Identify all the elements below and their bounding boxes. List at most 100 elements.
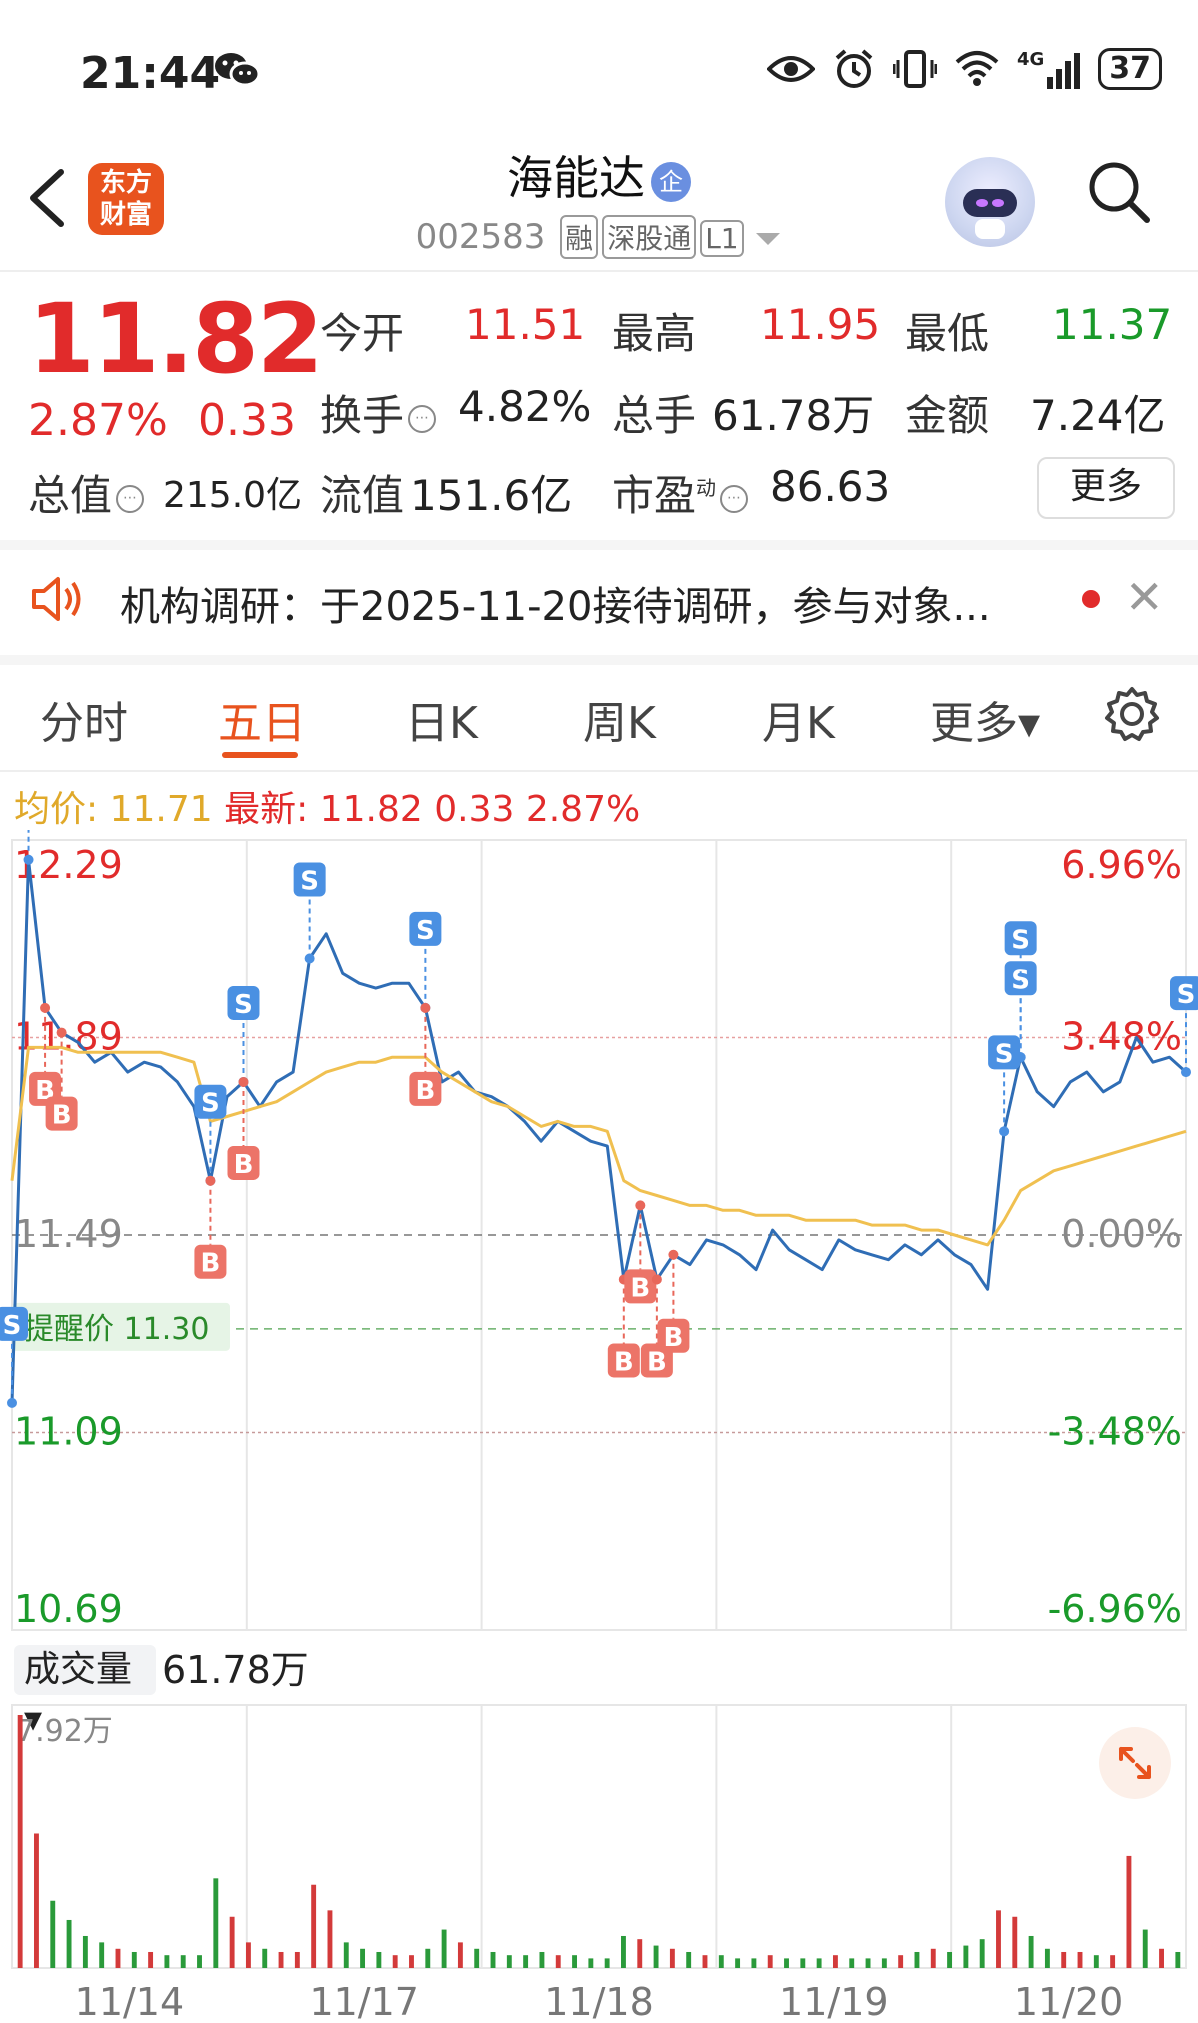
volume-bar (392, 1955, 398, 1968)
turnover-value: 4.82% (458, 382, 592, 431)
volume-bar (115, 1948, 121, 1968)
dropdown-icon (756, 232, 781, 245)
tab-five-day[interactable]: 五日 (218, 687, 306, 751)
sell-marker-label: S (1177, 980, 1196, 1010)
avg-label: 均价: (14, 789, 99, 830)
volume-bar (327, 1910, 333, 1968)
buy-marker-label: B (201, 1249, 221, 1279)
volume-bar (604, 1958, 610, 1968)
close-icon[interactable]: ✕ (1125, 570, 1164, 624)
robot-assistant-avatar[interactable] (945, 157, 1035, 247)
volume-bar (979, 1939, 985, 1968)
wifi-icon (955, 51, 999, 86)
y-tick-right: -3.48% (1048, 1410, 1182, 1454)
volume-bar (180, 1955, 186, 1968)
volume-indicator-select[interactable]: 成交量 ▾ (14, 1645, 156, 1740)
tab-intraday[interactable]: 分时 (40, 687, 128, 751)
volume-bar (197, 1955, 202, 1968)
tab-monthly-k[interactable]: 月K (762, 687, 835, 751)
volume-bar (963, 1945, 969, 1968)
search-icon[interactable] (1087, 160, 1151, 228)
y-tick-right: 3.48% (1061, 1015, 1182, 1059)
open-label: 今开 (320, 309, 405, 358)
volume-bar (82, 1935, 88, 1968)
volume-bar (360, 1948, 366, 1968)
change-amount: 0.33 (198, 395, 296, 446)
volume-bar (1159, 1948, 1164, 1968)
vibrate-icon (892, 50, 937, 88)
wechat-icon (213, 50, 261, 94)
buy-marker-label: B (663, 1323, 683, 1353)
enterprise-badge: 企 (651, 161, 691, 202)
buy-marker-dot (668, 1249, 679, 1260)
pe-value: 86.63 (770, 462, 891, 511)
mktcap-label[interactable]: 总值 ⋯ (28, 462, 145, 523)
buy-marker-dot (205, 1175, 216, 1186)
float-label: 流值 (320, 471, 405, 520)
price-chart[interactable]: 提醒价 11.3012.29 6.96%11.89 3.48%11.49 0.00%1… (0, 830, 1198, 1640)
volume-bar (1093, 1955, 1099, 1968)
last-price: 11.82 (28, 283, 324, 395)
network-type: 4G (1016, 49, 1045, 70)
volume-bar (637, 1939, 643, 1968)
unread-dot (1082, 590, 1100, 608)
volume-frame (11, 1704, 1187, 1969)
high-label: 最高 (612, 309, 697, 358)
eye-icon (766, 56, 815, 82)
volume-bar (523, 1955, 529, 1968)
volume-bar (898, 1955, 904, 1968)
volume-bar (1012, 1916, 1018, 1968)
latest-label: 最新: (224, 789, 309, 830)
alert-price-label: 提醒价 11.30 (24, 1312, 209, 1347)
volume-bar (213, 1878, 219, 1968)
sell-marker-dot (1015, 1052, 1026, 1063)
buy-marker-label: B (614, 1347, 634, 1377)
more-quote-button[interactable]: 更多 (1037, 457, 1175, 519)
volume-bar (832, 1955, 838, 1968)
volume-bar (930, 1948, 936, 1968)
volume-bar (262, 1948, 268, 1968)
volume-chart[interactable]: 7.92万 11/14 11/17 11/18 11/19 11/20 (0, 1700, 1198, 2023)
volume-bar (686, 1951, 692, 1968)
volume-bar (66, 1919, 72, 1968)
tab-weekly-k[interactable]: 周K (583, 687, 656, 751)
speaker-icon (30, 575, 86, 627)
pe-label[interactable]: 市盈动 ⋯ (612, 462, 749, 523)
volume-total: 61.78万 (162, 1648, 309, 1692)
buy-marker-label: B (630, 1273, 650, 1303)
volume-bar (767, 1955, 773, 1968)
volume-bar (490, 1951, 496, 1968)
gear-icon[interactable] (1103, 685, 1161, 747)
divider (0, 270, 1198, 272)
sell-marker-dot (999, 1126, 1010, 1137)
tab-more[interactable]: 更多▾ (930, 687, 1040, 751)
open-value: 11.51 (465, 300, 586, 349)
volume-bar (653, 1945, 659, 1968)
buy-marker-dot (40, 1002, 51, 1013)
volume-bar (849, 1958, 855, 1968)
turnover-label[interactable]: 换手 ⋯ (320, 382, 437, 443)
sell-marker-label: S (234, 990, 253, 1020)
volume-bar (881, 1958, 887, 1968)
active-tab-indicator (222, 752, 298, 758)
tag-connect: 深股通 (602, 215, 697, 259)
volume-bar (572, 1955, 577, 1968)
volume-bar (1110, 1955, 1116, 1968)
volume-bar (294, 1951, 300, 1968)
buy-marker-dot (420, 1002, 431, 1013)
expand-icon[interactable] (1099, 1727, 1171, 1799)
volume-bar (409, 1955, 414, 1968)
tab-daily-k[interactable]: 日K (405, 687, 478, 751)
notice-text[interactable]: 机构调研：于2025-11-20接待调研，参与对象... (120, 574, 991, 632)
volume-bar (311, 1884, 317, 1968)
x-date-label: 11/18 (544, 1980, 654, 2023)
signal-icon: 4G (1016, 49, 1081, 89)
y-tick-left: 11.49 (14, 1212, 123, 1256)
volume-bar (621, 1935, 626, 1968)
buy-marker-dot (651, 1274, 662, 1285)
volume-bar (425, 1948, 431, 1968)
volume-bar (555, 1955, 561, 1968)
volume-bar (50, 1900, 56, 1968)
high-value: 11.95 (760, 300, 881, 349)
volume-bar (1044, 1948, 1050, 1968)
